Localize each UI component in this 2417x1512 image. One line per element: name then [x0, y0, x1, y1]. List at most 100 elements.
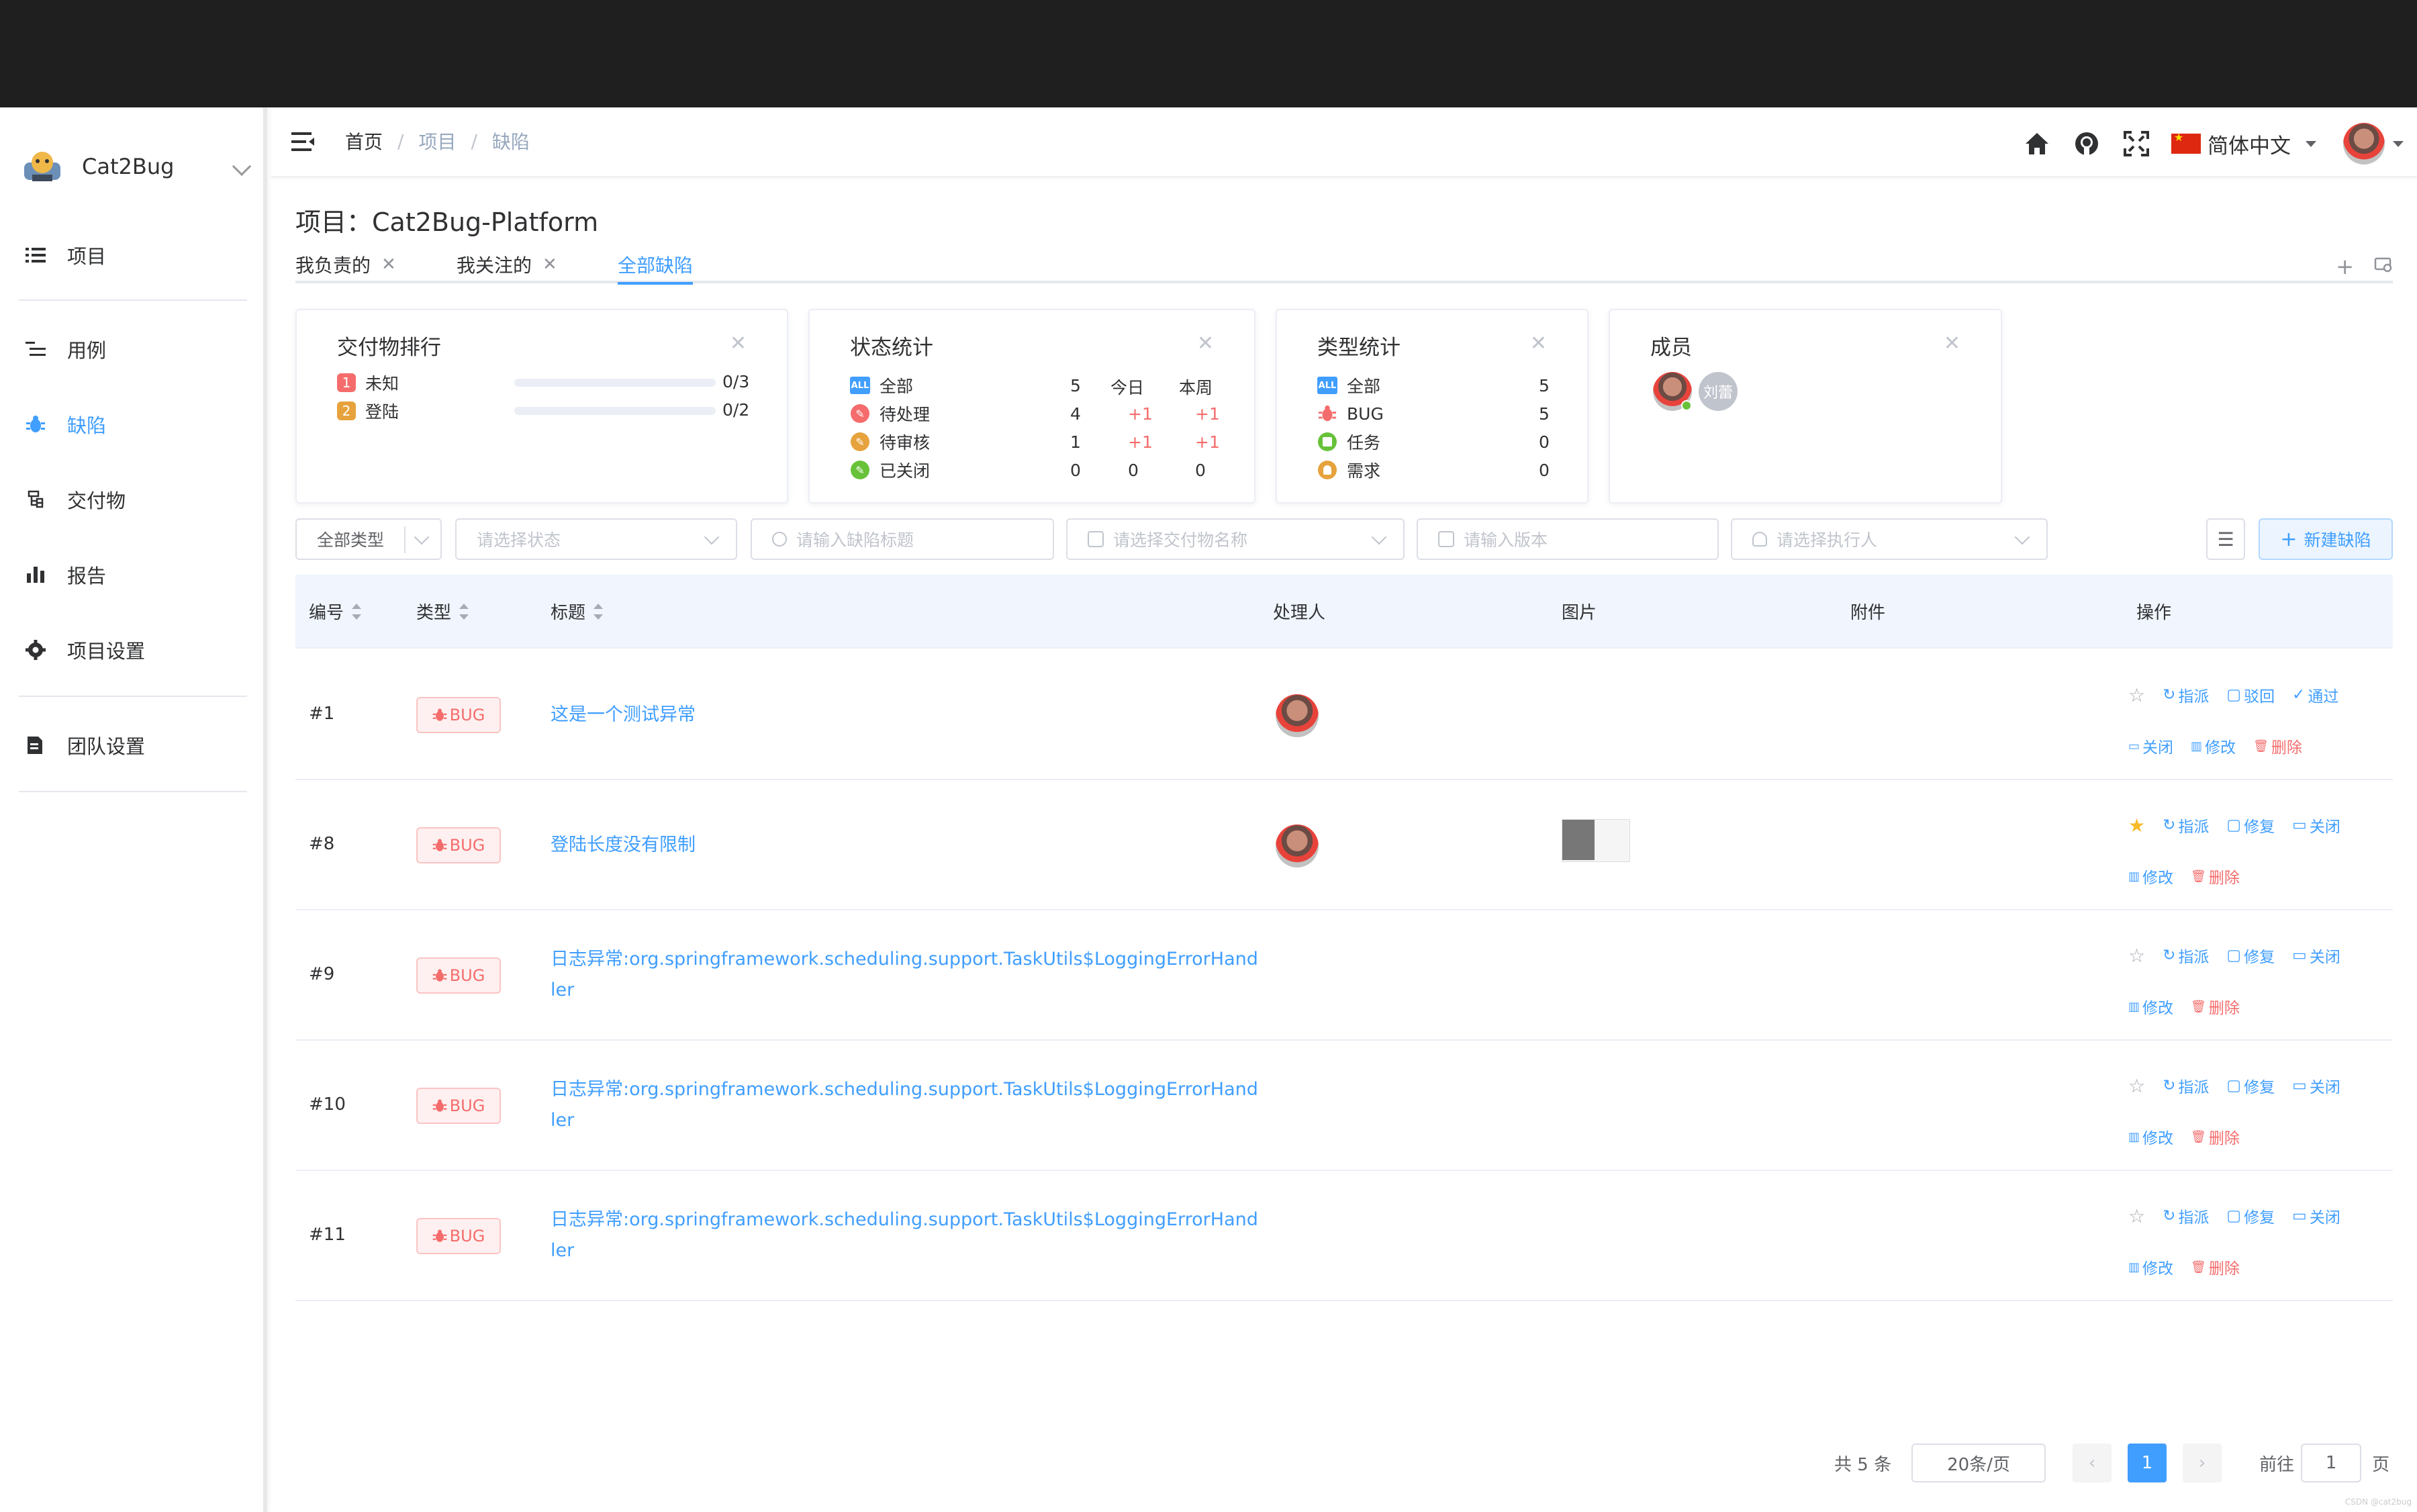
- assign-button[interactable]: ↻ 指派: [2163, 944, 2209, 967]
- deliverable-row[interactable]: 2 登陆: [337, 397, 399, 424]
- version-input[interactable]: 请输入版本: [1417, 518, 1719, 560]
- close-icon[interactable]: ✕: [730, 332, 747, 355]
- close-icon[interactable]: ✕: [1944, 332, 1960, 355]
- edit-button[interactable]: ▥ 修改: [2191, 735, 2236, 757]
- tab-settings-icon[interactable]: [2374, 254, 2393, 279]
- sidebar-divider: [19, 696, 247, 697]
- page-1-button[interactable]: 1: [2128, 1444, 2167, 1482]
- type-row[interactable]: 需求: [1317, 457, 1380, 483]
- close-icon[interactable]: ✕: [1530, 332, 1547, 355]
- status-select[interactable]: 请选择状态: [455, 518, 737, 560]
- tab-my-followed[interactable]: 我关注的 ✕: [457, 248, 557, 281]
- deliverable-select[interactable]: 请选择交付物名称: [1066, 518, 1405, 560]
- status-row[interactable]: ALL 全部: [850, 372, 913, 399]
- tab-all-defects[interactable]: 全部缺陷: [618, 248, 694, 285]
- table-row[interactable]: #8 BUG 登陆长度没有限制 ★ ↻ 指派 ▢ 修复 ▭ 关闭 ▥ 修改 🗑 删除: [295, 780, 2393, 910]
- status-row[interactable]: ✎ 已关闭: [850, 457, 930, 483]
- defect-title-link[interactable]: 日志异常:org.springframework.scheduling.supp…: [551, 1074, 1262, 1136]
- status-row[interactable]: ✎ 待处理: [850, 400, 930, 427]
- close-button[interactable]: ▭ 关闭: [2292, 1074, 2340, 1097]
- hamburger-icon[interactable]: [291, 130, 316, 153]
- sidebar-item-3[interactable]: 交付物: [24, 479, 126, 520]
- fix-button[interactable]: ▢ 修复: [2226, 1074, 2275, 1097]
- github-icon[interactable]: [2072, 129, 2101, 158]
- brand-switcher[interactable]: Cat2Bug: [20, 140, 252, 193]
- assign-button[interactable]: ↻ 指派: [2163, 1204, 2209, 1227]
- assign-button[interactable]: ↻ 指派: [2163, 1074, 2209, 1097]
- edit-button[interactable]: ▥ 修改: [2128, 1125, 2173, 1148]
- star-icon[interactable]: ☆: [2128, 1075, 2145, 1097]
- type-row[interactable]: BUG: [1317, 400, 1384, 427]
- new-defect-button[interactable]: + 新建缺陷: [2259, 518, 2393, 560]
- status-row[interactable]: ✎ 待审核: [850, 428, 930, 455]
- defect-title-link[interactable]: 日志异常:org.springframework.scheduling.supp…: [551, 944, 1262, 1006]
- star-icon[interactable]: ☆: [2128, 1205, 2145, 1227]
- close-icon[interactable]: ✕: [1197, 332, 1214, 355]
- star-icon[interactable]: ★: [2128, 814, 2145, 837]
- table-row[interactable]: #10 BUG 日志异常:org.springframework.schedulin…: [295, 1041, 2393, 1171]
- fix-button[interactable]: ▢ 修复: [2226, 944, 2275, 967]
- edit-button[interactable]: ▥ 修改: [2128, 1256, 2173, 1278]
- close-icon[interactable]: ✕: [542, 254, 557, 275]
- tab-my-responsible[interactable]: 我负责的 ✕: [295, 248, 396, 281]
- assignee-select[interactable]: 请选择执行人: [1731, 518, 2048, 560]
- column-settings-button[interactable]: ☰: [2206, 518, 2245, 560]
- status-week: +1: [1195, 432, 1220, 452]
- page-size-select[interactable]: 20条/页: [1911, 1444, 2046, 1482]
- close-button[interactable]: ▭ 关闭: [2292, 1204, 2340, 1227]
- fix-button[interactable]: ▢ 修复: [2226, 814, 2275, 837]
- user-menu[interactable]: [2343, 123, 2404, 164]
- fix-button[interactable]: ▢ 修复: [2226, 1204, 2275, 1227]
- sidebar-item-4[interactable]: 报告: [24, 555, 106, 595]
- defect-title-link[interactable]: 这是一个测试异常: [551, 700, 1262, 730]
- table-row[interactable]: #11 BUG 日志异常:org.springframework.schedulin…: [295, 1171, 2393, 1301]
- next-page-button[interactable]: ›: [2183, 1444, 2222, 1482]
- sidebar-item-0[interactable]: 项目: [24, 235, 106, 275]
- edit-button[interactable]: ▥ 修改: [2128, 865, 2173, 888]
- member-avatar[interactable]: 刘蕾: [1699, 372, 1738, 411]
- plus-icon[interactable]: +: [2336, 254, 2354, 279]
- table-row[interactable]: #9 BUG 日志异常:org.springframework.scheduling…: [295, 910, 2393, 1041]
- type-row[interactable]: 任务: [1317, 428, 1380, 455]
- breadcrumb-home[interactable]: 首页: [345, 128, 383, 154]
- close-icon[interactable]: ✕: [381, 254, 396, 275]
- sidebar-item-2[interactable]: 缺陷: [24, 404, 106, 444]
- star-icon[interactable]: ☆: [2128, 945, 2145, 967]
- prev-page-button[interactable]: ‹: [2073, 1444, 2112, 1482]
- delete-button[interactable]: 🗑 删除: [2191, 1125, 2240, 1148]
- sidebar-item-5[interactable]: 项目设置: [24, 630, 145, 670]
- home-icon[interactable]: [2022, 129, 2052, 158]
- type-row[interactable]: ALL 全部: [1317, 372, 1380, 399]
- delete-button[interactable]: 🗑 删除: [2191, 1256, 2240, 1278]
- defect-image-thumbnail[interactable]: [1562, 819, 1630, 862]
- delete-button[interactable]: 🗑 删除: [2253, 735, 2302, 757]
- edit-button[interactable]: ▥ 修改: [2128, 995, 2173, 1018]
- assign-button[interactable]: ↻ 指派: [2163, 814, 2209, 837]
- header-id[interactable]: 编号: [309, 599, 362, 624]
- defect-title-link[interactable]: 登陆长度没有限制: [551, 830, 1262, 861]
- close-button[interactable]: ▭ 关闭: [2128, 735, 2173, 757]
- reject-button[interactable]: ▢ 驳回: [2226, 683, 2275, 706]
- deliverable-row[interactable]: 1 未知: [337, 369, 399, 396]
- handler-avatar[interactable]: [1276, 694, 1319, 737]
- defect-title-link[interactable]: 日志异常:org.springframework.scheduling.supp…: [551, 1204, 1262, 1266]
- approve-button[interactable]: ✓ 通过: [2292, 683, 2338, 706]
- header-title[interactable]: 标题: [551, 599, 604, 624]
- goto-page-input[interactable]: 1: [2301, 1444, 2362, 1482]
- breadcrumb-project[interactable]: 项目: [418, 128, 456, 154]
- header-type[interactable]: 类型: [416, 599, 469, 624]
- delete-button[interactable]: 🗑 删除: [2191, 995, 2240, 1018]
- handler-avatar[interactable]: [1276, 824, 1319, 867]
- star-icon[interactable]: ☆: [2128, 684, 2145, 706]
- fullscreen-icon[interactable]: [2122, 129, 2151, 158]
- sidebar-item-1[interactable]: 用例: [24, 329, 106, 369]
- close-button[interactable]: ▭ 关闭: [2292, 814, 2340, 837]
- delete-button[interactable]: 🗑 删除: [2191, 865, 2240, 888]
- type-select[interactable]: 全部类型: [295, 518, 442, 560]
- close-button[interactable]: ▭ 关闭: [2292, 944, 2340, 967]
- assign-button[interactable]: ↻ 指派: [2163, 683, 2209, 706]
- language-switcher[interactable]: 简体中文: [2171, 129, 2316, 159]
- title-search-input[interactable]: 请输入缺陷标题: [751, 518, 1054, 560]
- table-row[interactable]: #1 BUG 这是一个测试异常 ☆ ↻ 指派 ▢ 驳回 ✓ 通过 ▭ 关闭 ▥ 修改 🗑 删除: [295, 650, 2393, 780]
- sidebar-item-6[interactable]: 团队设置: [24, 725, 145, 765]
